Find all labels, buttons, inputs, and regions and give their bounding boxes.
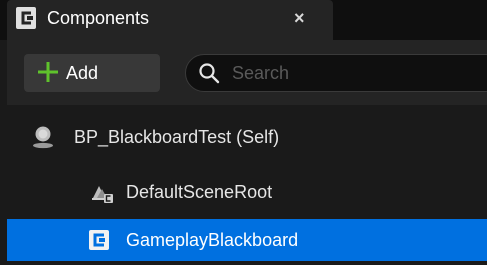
scene-component-icon	[90, 180, 114, 204]
components-toolbar: Add	[7, 40, 487, 105]
tree-item-self[interactable]: BP_BlackboardTest (Self)	[7, 116, 487, 158]
components-tree: BP_BlackboardTest (Self) DefaultSceneRoo…	[7, 105, 487, 265]
tab-strip: Components ×	[0, 0, 487, 40]
add-button-label: Add	[66, 63, 99, 83]
search-icon	[198, 62, 220, 84]
tree-item-label: DefaultSceneRoot	[126, 182, 273, 202]
component-icon	[16, 7, 36, 29]
component-icon	[87, 228, 111, 252]
search-box[interactable]	[185, 54, 487, 92]
tree-item-gameplay-blackboard[interactable]: GameplayBlackboard	[7, 219, 487, 261]
tab-title: Components	[47, 8, 150, 28]
actor-icon	[31, 125, 55, 149]
search-input[interactable]	[232, 62, 487, 84]
tree-item-default-scene-root[interactable]: DefaultSceneRoot	[7, 171, 487, 213]
tree-item-label: GameplayBlackboard	[126, 230, 299, 250]
tree-item-label: BP_BlackboardTest (Self)	[74, 127, 280, 147]
close-icon[interactable]: ×	[294, 9, 305, 27]
plus-icon	[36, 60, 60, 84]
add-component-button[interactable]: Add	[24, 54, 160, 92]
tab-components[interactable]: Components ×	[7, 0, 333, 40]
